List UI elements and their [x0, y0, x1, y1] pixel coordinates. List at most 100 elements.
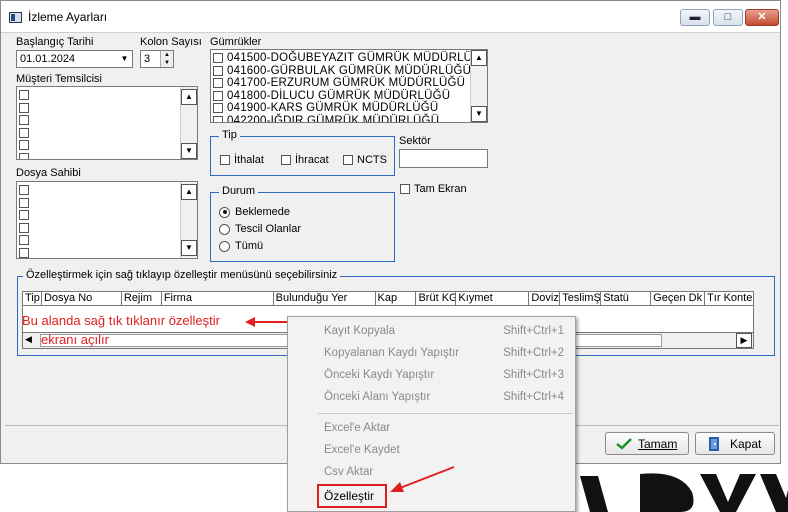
customs-scrollbar[interactable]: ▲ ▼ [470, 50, 487, 122]
scroll-down-icon[interactable]: ▼ [181, 240, 197, 256]
list-item[interactable] [17, 197, 197, 210]
type-group: Tip İthalat İhracat NCTS [210, 129, 395, 176]
column-header[interactable]: Tip [23, 292, 42, 305]
column-header[interactable]: Doviz [529, 292, 561, 305]
scroll-down-icon[interactable]: ▼ [471, 106, 487, 122]
checkbox[interactable] [213, 90, 223, 101]
checkbox[interactable] [19, 115, 29, 126]
list-item[interactable] [17, 247, 197, 259]
scroll-up-icon[interactable]: ▲ [181, 89, 197, 105]
column-header[interactable]: Geçen Dk [651, 292, 706, 305]
checkbox[interactable] [220, 155, 230, 165]
menu-item-save-excel[interactable]: Excel'e Kaydet [324, 444, 564, 462]
menu-item-paste-previous-record[interactable]: Önceki Kaydı Yapıştır Shift+Ctrl+3 [324, 369, 564, 387]
checkbox[interactable] [281, 155, 291, 165]
scroll-down-icon[interactable]: ▼ [181, 143, 197, 159]
list-item[interactable]: 041500-DOĞUBEYAZIT GÜMRÜK MÜDÜRLÜĞÜ [211, 52, 487, 65]
close-window-button[interactable]: ✕ [745, 9, 779, 26]
full-screen-checkbox[interactable]: Tam Ekran [400, 183, 467, 195]
checkbox[interactable] [213, 115, 223, 122]
background-graphic [580, 473, 788, 512]
checkbox[interactable] [19, 140, 29, 151]
export-checkbox[interactable]: İhracat [281, 154, 329, 166]
checkbox[interactable] [19, 90, 29, 101]
list-item[interactable]: 041700-ERZURUM GÜMRÜK MÜDÜRLÜĞÜ [211, 77, 487, 90]
list-item[interactable] [17, 127, 197, 140]
column-header[interactable]: Brüt KG [416, 292, 457, 305]
menu-item-paste-previous-field[interactable]: Önceki Alanı Yapıştır Shift+Ctrl+4 [324, 391, 564, 409]
checkbox[interactable] [213, 65, 223, 76]
checkbox[interactable] [213, 103, 223, 114]
list-item[interactable] [17, 102, 197, 115]
radio-icon[interactable] [219, 223, 230, 235]
ncts-checkbox[interactable]: NCTS [343, 154, 387, 166]
customer-rep-scrollbar[interactable]: ▲ ▼ [180, 87, 197, 159]
radio-waiting[interactable]: Beklemede [219, 206, 290, 218]
column-header[interactable]: Kap [376, 292, 417, 305]
start-date-field[interactable]: 01.01.2024 ▼ [16, 50, 133, 68]
checkbox[interactable] [19, 247, 29, 258]
list-item[interactable]: 042200-IĞDIR GÜMRÜK MÜDÜRLÜĞÜ [211, 115, 487, 122]
list-item[interactable]: 041900-KARS GÜMRÜK MÜDÜRLÜĞÜ [211, 102, 487, 115]
ok-button[interactable]: Tamam [605, 432, 689, 455]
column-count-value: 3 [144, 53, 151, 65]
column-header[interactable]: Rejim [122, 292, 162, 305]
checkbox[interactable] [19, 102, 29, 113]
column-header[interactable]: Firma [162, 292, 274, 305]
column-header[interactable]: TeslimŞ [560, 292, 602, 305]
list-item[interactable] [17, 139, 197, 152]
radio-selected-icon[interactable] [219, 206, 230, 218]
scroll-left-icon[interactable]: ◀ [25, 334, 32, 345]
customs-list[interactable]: 041500-DOĞUBEYAZIT GÜMRÜK MÜDÜRLÜĞÜ 0416… [210, 49, 488, 123]
checkbox[interactable] [213, 78, 223, 89]
column-header[interactable]: Statü [601, 292, 652, 305]
spin-up-icon[interactable]: ▲ [160, 51, 173, 59]
checkbox[interactable] [19, 222, 29, 233]
scroll-up-icon[interactable]: ▲ [181, 184, 197, 200]
menu-item-shortcut: Shift+Ctrl+2 [503, 347, 564, 359]
column-header[interactable]: Tır Konte [705, 292, 753, 305]
radio-icon[interactable] [219, 240, 230, 252]
menu-item-paste-record[interactable]: Kopyalanan Kaydı Yapıştır Shift+Ctrl+2 [324, 347, 564, 365]
list-item[interactable]: 041600-GÜRBULAK GÜMRÜK MÜDÜRLÜĞÜ [211, 65, 487, 78]
list-item[interactable] [17, 222, 197, 235]
checkbox[interactable] [19, 235, 29, 246]
list-item[interactable]: 041800-DİLUCU GÜMRÜK MÜDÜRLÜĞÜ [211, 90, 487, 103]
checkbox[interactable] [19, 185, 29, 196]
minimize-button[interactable]: ▬ [680, 9, 710, 26]
list-item[interactable] [17, 114, 197, 127]
list-item[interactable] [17, 184, 197, 197]
scroll-right-icon[interactable]: ▶ [736, 333, 752, 348]
list-item[interactable] [17, 152, 197, 159]
radio-registered[interactable]: Tescil Olanlar [219, 223, 301, 235]
column-header[interactable]: Bulunduğu Yer [274, 292, 376, 305]
column-count-stepper[interactable]: 3 ▲ ▼ [140, 50, 174, 68]
checkbox[interactable] [19, 127, 29, 138]
checkbox[interactable] [400, 184, 410, 194]
checkbox[interactable] [343, 155, 353, 165]
checkbox[interactable] [19, 197, 29, 208]
import-checkbox[interactable]: İthalat [220, 154, 264, 166]
maximize-button[interactable]: □ [713, 9, 743, 26]
door-exit-icon [709, 436, 719, 451]
checkbox[interactable] [213, 53, 223, 64]
list-item[interactable] [17, 209, 197, 222]
radio-all[interactable]: Tümü [219, 240, 263, 252]
column-header[interactable]: Kıymet [456, 292, 530, 305]
checkbox[interactable] [19, 152, 29, 159]
scroll-up-icon[interactable]: ▲ [471, 50, 487, 66]
spin-down-icon[interactable]: ▼ [160, 59, 173, 67]
menu-item-customize[interactable]: Özelleştir [317, 484, 387, 508]
file-owner-list[interactable]: ▲ ▼ [16, 181, 198, 259]
close-button[interactable]: Kapat [695, 432, 775, 455]
checkbox[interactable] [19, 210, 29, 221]
list-item[interactable] [17, 234, 197, 247]
menu-item-export-excel[interactable]: Excel'e Aktar [324, 422, 564, 440]
menu-item-copy-record[interactable]: Kayıt Kopyala Shift+Ctrl+1 [324, 325, 564, 343]
file-owner-scrollbar[interactable]: ▲ ▼ [180, 182, 197, 258]
customer-rep-list[interactable]: ▲ ▼ [16, 86, 198, 160]
chevron-down-icon[interactable]: ▼ [117, 51, 132, 67]
sector-field[interactable] [399, 149, 488, 168]
list-item[interactable] [17, 89, 197, 102]
column-header[interactable]: Dosya No [42, 292, 122, 305]
